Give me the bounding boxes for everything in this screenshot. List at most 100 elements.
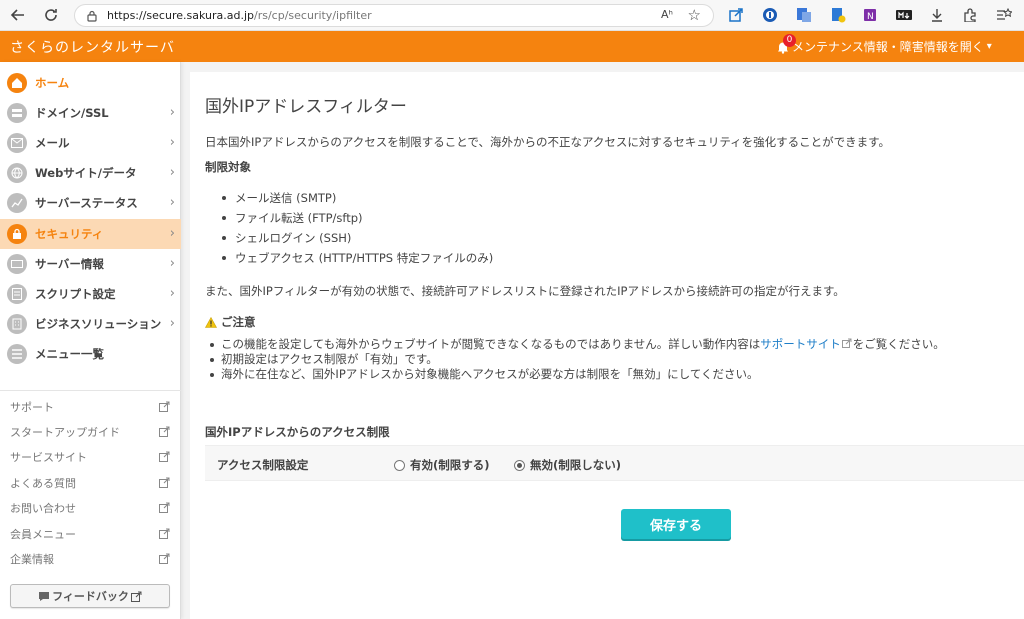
external-link-icon	[159, 502, 170, 513]
sidebar-divider	[0, 390, 181, 391]
list-item: ファイル転送 (FTP/sftp)	[222, 208, 493, 228]
back-icon[interactable]	[7, 4, 29, 26]
sidebar-link-faq[interactable]: よくある質問	[10, 473, 170, 493]
sidebar-item-business[interactable]: ビジネスソリューション ›	[0, 309, 181, 339]
sidebar-link-member-menu[interactable]: 会員メニュー	[10, 524, 170, 544]
external-link-icon	[841, 338, 852, 348]
share-extension-icon[interactable]	[726, 5, 746, 25]
chevron-right-icon: ›	[169, 286, 175, 301]
markdown-extension-icon[interactable]	[894, 5, 914, 25]
chart-icon	[7, 193, 27, 213]
save-button[interactable]: 保存する	[621, 509, 731, 539]
sidebar-item-label: セキュリティ	[35, 227, 104, 241]
list-item: ウェブアクセス (HTTP/HTTPS 特定ファイルのみ)	[222, 248, 493, 268]
feedback-button[interactable]: フィードバック	[10, 584, 170, 608]
radio-label: 有効(制限する)	[410, 458, 490, 472]
browser-toolbar: https://secure.sakura.ad.jp/rs/cp/securi…	[0, 0, 1024, 31]
link-label: よくある質問	[10, 477, 76, 490]
sidebar-item-label: メール	[35, 136, 70, 150]
sidebar-item-mail[interactable]: メール ›	[0, 128, 181, 158]
sidebar-link-company[interactable]: 企業情報	[10, 549, 170, 569]
sidebar-item-label: ビジネスソリューション	[35, 317, 162, 331]
section-heading: 国外IPアドレスからのアクセス制限	[205, 425, 390, 439]
targets-list: メール送信 (SMTP) ファイル転送 (FTP/sftp) シェルログイン (…	[222, 188, 493, 268]
address-bar[interactable]: https://secure.sakura.ad.jp/rs/cp/securi…	[74, 4, 714, 27]
url-path: /rs/cp/security/ipfilter	[254, 9, 372, 22]
main-content: 国外IPアドレスフィルター 日本国外IPアドレスからのアクセスを制限することで、…	[190, 72, 1024, 619]
app-title[interactable]: さくらのレンタルサーバ	[10, 37, 175, 57]
sidebar-link-service-site[interactable]: サービスサイト	[10, 447, 170, 467]
sidebar-item-website[interactable]: Webサイト/データ ›	[0, 158, 181, 188]
sidebar-item-security[interactable]: セキュリティ ›	[0, 219, 181, 249]
caution-text: この機能を設定しても海外からウェブサイトが閲覧できなくなるものではありません。詳…	[221, 337, 761, 351]
onenote-extension-icon[interactable]: N	[860, 5, 880, 25]
external-link-icon	[130, 591, 142, 602]
reader-mode-icon[interactable]: Aʰ	[661, 8, 673, 21]
reload-icon[interactable]	[40, 4, 62, 26]
password-manager-icon[interactable]	[760, 5, 780, 25]
external-link-icon	[159, 451, 170, 462]
sidebar-item-label: メニュー一覧	[35, 347, 104, 361]
sidebar-item-label: サーバーステータス	[35, 196, 138, 210]
sidebar-link-startup-guide[interactable]: スタートアップガイド	[10, 422, 170, 442]
sidebar-link-support[interactable]: サポート	[10, 397, 170, 417]
caution-text: をご覧ください。	[852, 337, 945, 351]
page-title: 国外IPアドレスフィルター	[205, 97, 407, 117]
svg-text:N: N	[867, 12, 874, 22]
extensions-puzzle-icon[interactable]	[960, 5, 980, 25]
download-icon[interactable]	[927, 5, 947, 25]
document-extension-icon[interactable]	[828, 5, 848, 25]
link-label: サポート	[10, 401, 54, 414]
warning-icon	[205, 316, 217, 328]
form-label: アクセス制限設定	[217, 458, 309, 472]
chat-bubble-icon	[39, 591, 50, 601]
favorites-list-icon[interactable]	[994, 5, 1014, 25]
sidebar-link-contact[interactable]: お問い合わせ	[10, 498, 170, 518]
translate-extension-icon[interactable]	[794, 5, 814, 25]
server-info-icon	[7, 254, 27, 274]
notification-badge: 0	[783, 34, 796, 47]
sidebar-item-menu-list[interactable]: メニュー一覧	[0, 339, 181, 369]
link-label: 企業情報	[10, 553, 54, 566]
support-site-link[interactable]: サポートサイト	[760, 337, 841, 351]
chevron-right-icon: ›	[169, 135, 175, 150]
sidebar: ホーム ドメイン/SSL › メール › Webサイト/データ › サーバーステ…	[0, 62, 181, 619]
sidebar-item-script[interactable]: スクリプト設定 ›	[0, 279, 181, 309]
list-item: 海外に在住など、国外IPアドレスから対象機能へアクセスが必要な方は制限を「無効」…	[210, 367, 945, 382]
radio-disabled[interactable]: 無効(制限しない)	[514, 457, 621, 473]
sidebar-item-server-info[interactable]: サーバー情報 ›	[0, 249, 181, 279]
sidebar-item-label: サーバー情報	[35, 257, 104, 271]
lock-icon	[87, 10, 97, 22]
radio-label: 無効(制限しない)	[530, 458, 622, 472]
external-link-icon	[159, 401, 170, 412]
radio-circle	[394, 459, 405, 471]
list-item: この機能を設定しても海外からウェブサイトが閲覧できなくなるものではありません。詳…	[210, 337, 945, 352]
url-host: https://secure.sakura.ad.jp	[107, 9, 254, 22]
script-file-icon	[7, 284, 27, 304]
sidebar-item-label: ドメイン/SSL	[35, 106, 109, 120]
app-header: さくらのレンタルサーバ メンテナンス情報・障害情報を開く ▾ 0	[0, 31, 1024, 62]
link-label: スタートアップガイド	[10, 426, 120, 439]
sidebar-item-domain[interactable]: ドメイン/SSL ›	[0, 98, 181, 128]
chevron-right-icon: ›	[169, 165, 175, 180]
external-link-icon	[159, 426, 170, 437]
sidebar-item-home[interactable]: ホーム	[0, 68, 181, 98]
external-link-icon	[159, 528, 170, 539]
sidebar-item-label: Webサイト/データ	[35, 166, 137, 180]
home-icon	[7, 73, 27, 93]
radio-enabled[interactable]: 有効(制限する)	[394, 457, 490, 473]
maintenance-toggle[interactable]: メンテナンス情報・障害情報を開く ▾	[776, 38, 992, 55]
external-link-icon	[159, 553, 170, 564]
mail-icon	[7, 133, 27, 153]
chevron-right-icon: ›	[169, 105, 175, 120]
chevron-right-icon: ›	[169, 256, 175, 271]
chevron-right-icon: ›	[169, 226, 175, 241]
allowlist-note: また、国外IPフィルターが有効の状態で、接続許可アドレスリストに登録されたIPア…	[205, 284, 845, 298]
caution-heading: ご注意	[205, 314, 256, 330]
sidebar-item-server-status[interactable]: サーバーステータス ›	[0, 188, 181, 218]
external-link-icon	[159, 477, 170, 488]
list-item: 初期設定はアクセス制限が「有効」です。	[210, 352, 945, 367]
favorite-star-icon[interactable]: ☆	[688, 6, 701, 24]
list-item: メール送信 (SMTP)	[222, 188, 493, 208]
lock-icon	[7, 224, 27, 244]
